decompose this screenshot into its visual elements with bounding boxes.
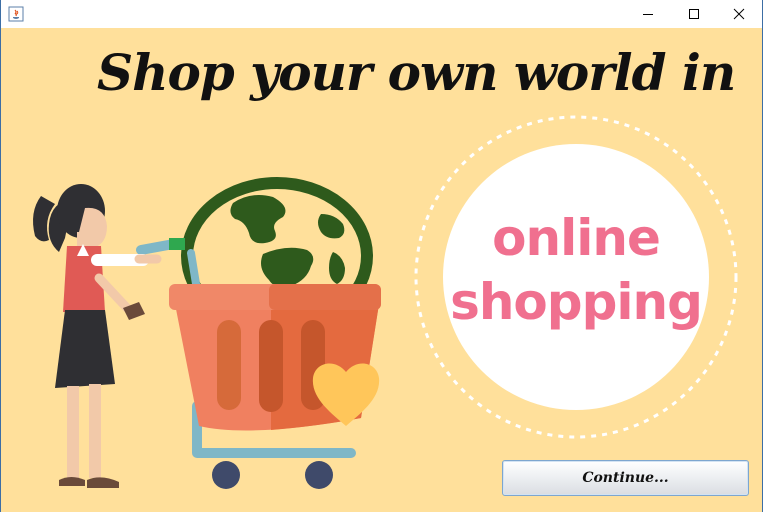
continue-button[interactable]: Continue... [502, 460, 749, 496]
java-coffee-icon [8, 6, 24, 22]
circle-text-online: online [492, 209, 661, 267]
minimize-icon [643, 14, 653, 15]
minimize-button[interactable] [625, 0, 671, 28]
circle-text-shopping: shopping [450, 273, 703, 331]
close-button[interactable] [716, 0, 762, 28]
close-icon [733, 8, 745, 20]
maximize-button[interactable] [671, 0, 717, 28]
woman-figure [33, 184, 162, 488]
title-bar[interactable] [1, 0, 762, 28]
main-panel: Shop your own world in online shopping C… [1, 28, 762, 512]
app-window: Shop your own world in online shopping C… [0, 0, 763, 512]
headline-text: Shop your own world in [97, 43, 736, 102]
maximize-icon [689, 9, 699, 19]
